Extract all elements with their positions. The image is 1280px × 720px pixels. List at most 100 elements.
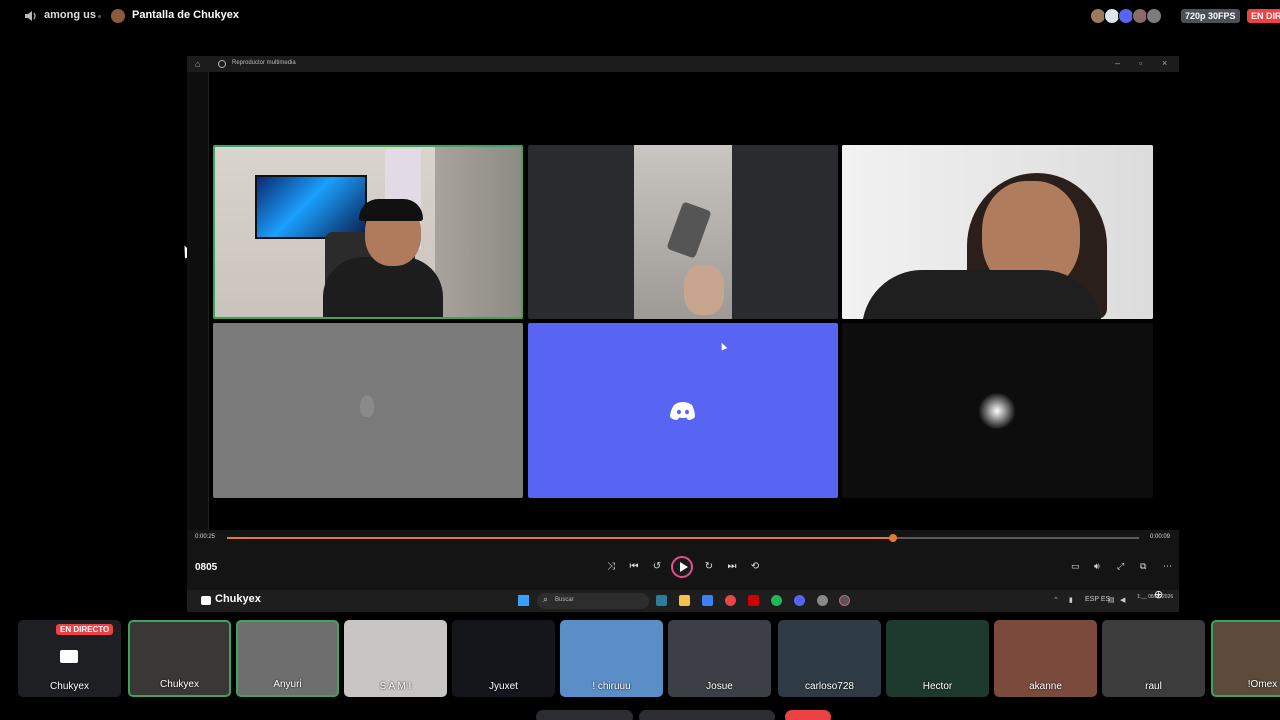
door [435, 147, 521, 317]
search-placeholder: Buscar [555, 597, 574, 603]
taskview-icon[interactable] [656, 595, 667, 606]
streamer-avatar [111, 9, 125, 23]
person-cap [359, 199, 423, 221]
screen-share-icon [60, 650, 78, 663]
seek-bar-fill [227, 537, 893, 539]
cast-icon[interactable]: ⧉ [1140, 561, 1146, 572]
participant-name: raul [1145, 681, 1162, 692]
tray-app-icon[interactable]: ▮ [1069, 596, 1073, 604]
participant-card[interactable]: ! chiruuu [560, 620, 663, 697]
mic-button[interactable] [536, 710, 633, 720]
previous-icon[interactable]: ⏮ [627, 561, 641, 572]
forward-icon[interactable]: ↻ [702, 561, 716, 572]
media-player-icon [218, 60, 226, 68]
close-icon[interactable]: × [1162, 58, 1167, 68]
time-total: 0:00:09 [1150, 534, 1171, 540]
player-controls: 0:00:25 0:00:09 0805 ⤨ ⏮ ↺ ↻ ⏭ ⟲ ▭ 🔊︎ ⤢ … [187, 530, 1179, 590]
store-icon[interactable] [702, 595, 713, 606]
participant-name: Josue [706, 681, 733, 692]
screen-share-icon [201, 596, 211, 605]
volume-tray-icon[interactable]: ◀ [1120, 596, 1125, 604]
person-body [323, 257, 443, 317]
player-window-title: Reproductor multimedia [232, 60, 296, 66]
minimize-icon[interactable]: – [1115, 58, 1120, 68]
video-tile-avatar-dark [842, 323, 1153, 498]
media-player-taskbar-icon[interactable] [839, 595, 850, 606]
voice-channel-name[interactable]: among us [44, 9, 96, 21]
video-tile-avatar-grey [213, 323, 523, 498]
screen-title: Pantalla de Chukyex [132, 9, 239, 21]
tv-screen [255, 175, 367, 239]
home-icon[interactable]: ⌂ [195, 59, 200, 69]
stream-owner-label: Chukyex [215, 593, 261, 605]
file-explorer-icon[interactable] [679, 595, 690, 606]
participant-name: Anyuri [273, 679, 302, 690]
call-controls [0, 706, 1280, 720]
play-button[interactable] [671, 556, 693, 578]
player-titlebar: ⌂ Reproductor multimedia – ▫ × [187, 56, 1179, 72]
seek-bar-handle[interactable] [888, 534, 897, 542]
maximize-icon[interactable]: ▫ [1139, 58, 1142, 68]
speaker-icon [25, 11, 36, 21]
obs-icon[interactable] [817, 595, 828, 606]
participant-card[interactable]: Jyuxet [452, 620, 555, 697]
stream-header: among us Pantalla de Chukyex 720p 30FPS … [0, 0, 1280, 32]
time-elapsed: 0:00:25 [195, 534, 216, 540]
participant-card[interactable]: carloso728 [778, 620, 881, 697]
quality-badge: 720p 30FPS [1181, 9, 1240, 23]
tray-lang[interactable]: ESP ES [1085, 596, 1110, 603]
windows-taskbar: Chukyex ⌕ Buscar ⌃ ▮ ESP ES ▤ ◀ 1:__ 08/… [187, 590, 1179, 612]
fullscreen-icon[interactable]: ⤢ [1117, 561, 1124, 572]
sticker-avatar-icon [978, 393, 1016, 429]
participant-name: carloso728 [805, 681, 854, 692]
participant-card[interactable]: akanne [994, 620, 1097, 697]
live-badge: EN DIRECTO [1247, 9, 1280, 23]
windows-start-icon[interactable] [518, 595, 529, 606]
video-tile-woman [842, 145, 1153, 319]
next-icon[interactable]: ⏭ [725, 561, 739, 572]
hand [684, 265, 724, 315]
participant-card[interactable]: raul [1102, 620, 1205, 697]
separator-dot [98, 15, 101, 18]
participant-card[interactable]: Josue [668, 620, 771, 697]
shuffle-icon[interactable]: ⤨ [604, 561, 618, 572]
discord-logo-icon [670, 402, 695, 420]
viewer-avatar [1146, 8, 1162, 24]
youtube-icon[interactable] [748, 595, 759, 606]
zoom-in-icon[interactable]: ⊕ [1154, 588, 1163, 601]
video-tile-streamer [213, 145, 523, 319]
more-options-icon[interactable]: ⋯ [1163, 561, 1172, 572]
participant-card[interactable]: EN DIRECTO Chukyex [18, 620, 121, 697]
search-icon: ⌕ [543, 594, 549, 604]
repeat-icon[interactable]: ⟲ [748, 561, 762, 572]
participant-name: akanne [1029, 681, 1062, 692]
network-icon[interactable]: ▤ [1108, 596, 1115, 604]
participant-strip: EN DIRECTO Chukyex Chukyex Anyuri S A M I Jyu… [0, 620, 1280, 698]
participant-card[interactable]: Chukyex [128, 620, 231, 697]
participant-name: Chukyex [160, 679, 199, 690]
viewer-avatars[interactable] [1090, 8, 1162, 24]
disconnect-button[interactable] [785, 710, 831, 720]
participant-card[interactable]: S A M I [344, 620, 447, 697]
rewind-icon[interactable]: ↺ [650, 561, 664, 572]
participant-name: Jyuxet [489, 681, 518, 692]
media-title: 0805 [195, 562, 218, 573]
live-pill: EN DIRECTO [56, 624, 114, 635]
tray-chevron-icon[interactable]: ⌃ [1053, 596, 1059, 604]
participant-name: S A M I [379, 681, 412, 692]
video-tile-discord [528, 323, 838, 498]
camera-button[interactable] [639, 710, 775, 720]
taskbar-search[interactable]: ⌕ Buscar [537, 593, 649, 609]
discord-taskbar-icon[interactable] [794, 595, 805, 606]
participant-card[interactable]: Anyuri [236, 620, 339, 697]
volume-icon[interactable]: 🔊︎ [1094, 561, 1100, 572]
chrome-icon[interactable] [725, 595, 736, 606]
spotify-icon[interactable] [771, 595, 782, 606]
seek-bar[interactable] [227, 534, 1139, 542]
ghost-avatar-icon [360, 395, 374, 417]
participant-card[interactable]: !Omex [1211, 620, 1280, 697]
miniplayer-icon[interactable]: ▭ [1071, 561, 1080, 572]
video-tile-knives [528, 145, 838, 319]
person-shirt [862, 270, 1102, 319]
participant-card[interactable]: Hector [886, 620, 989, 697]
